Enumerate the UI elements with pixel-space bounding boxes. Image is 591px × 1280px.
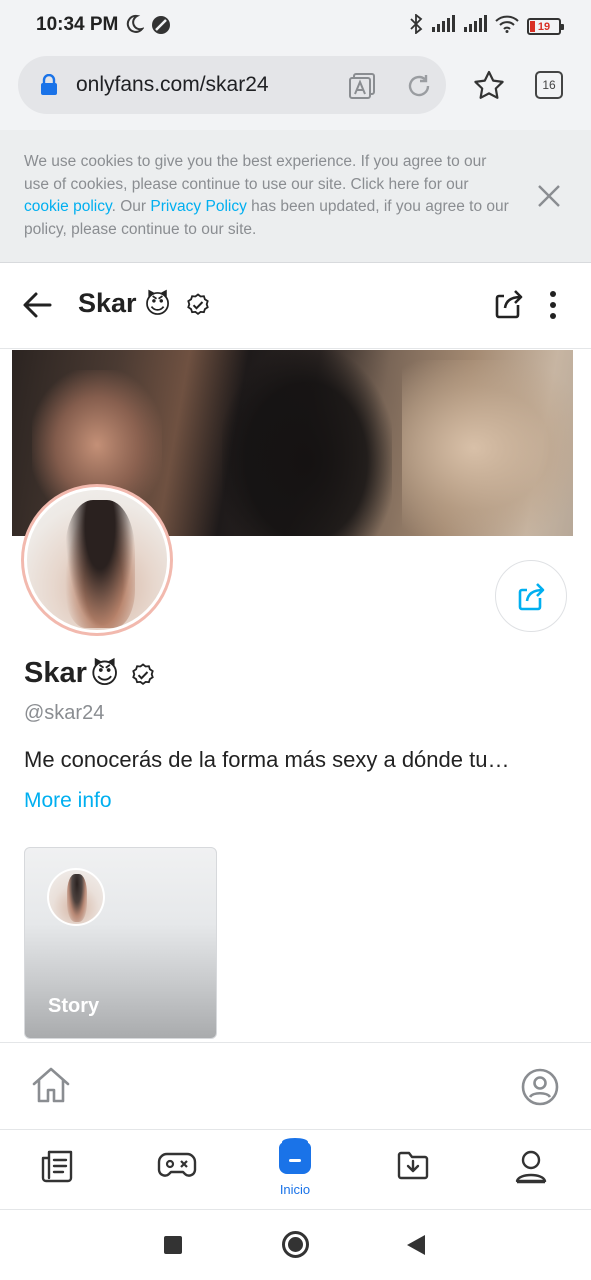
recents-button[interactable] [164, 1236, 182, 1254]
verified-icon [131, 663, 155, 692]
profile-header: Skar 😈 [0, 263, 591, 349]
profile-name: Skar [24, 657, 87, 689]
status-icons: 19 [409, 13, 564, 39]
tabs-count-button[interactable]: 16 [535, 71, 563, 99]
profile-share-button[interactable] [495, 560, 567, 632]
dnd-icon [151, 15, 171, 40]
site-bottom-nav [0, 1042, 591, 1130]
cookie-text-part: . Our [111, 198, 151, 216]
profile-icon[interactable] [520, 1067, 560, 1112]
browser-toolbar: onlyfans.com/skar24 16 [0, 50, 591, 130]
avatar[interactable] [21, 484, 173, 636]
more-options-icon[interactable] [548, 290, 558, 325]
system-nav-bar [0, 1210, 591, 1280]
inicio-icon [279, 1138, 311, 1174]
username: @skar24 [24, 702, 105, 724]
avatar-figure [65, 500, 135, 628]
story-label: Story [48, 995, 100, 1017]
downloads-icon[interactable] [396, 1148, 430, 1187]
signal-icon [463, 15, 487, 38]
more-info-link[interactable]: More info [24, 789, 112, 813]
news-icon[interactable] [40, 1148, 76, 1189]
close-icon[interactable] [536, 183, 562, 214]
cover-photo-shade [402, 360, 573, 536]
cookie-text: We use cookies to give you the best expe… [24, 151, 514, 241]
home-icon[interactable] [30, 1065, 72, 1110]
battery-level: 19 [537, 20, 551, 33]
url-text[interactable]: onlyfans.com/skar24 [76, 73, 269, 97]
account-icon[interactable] [514, 1148, 548, 1189]
inicio-label: Inicio [279, 1182, 311, 1197]
browser-bottom-nav: Inicio [0, 1130, 591, 1210]
wifi-icon [495, 15, 519, 38]
bio-text: Me conocerás de la forma más sexy a dónd… [24, 747, 510, 772]
cookie-policy-link[interactable]: cookie policy [24, 198, 112, 215]
battery-icon: 19 [527, 18, 564, 35]
status-time: 10:34 PM [36, 14, 119, 35]
back-arrow-icon[interactable] [22, 291, 52, 324]
cookie-banner: We use cookies to give you the best expe… [0, 130, 591, 263]
status-bar: 10:34 PM 19 [0, 0, 591, 50]
devil-emoji: 😈 [144, 289, 172, 319]
verified-icon [186, 293, 210, 322]
reload-icon[interactable] [405, 72, 433, 105]
signal-icon [431, 15, 455, 38]
back-button[interactable] [407, 1235, 425, 1255]
star-icon[interactable] [473, 70, 505, 105]
lock-icon[interactable] [40, 73, 58, 101]
moon-icon [124, 14, 145, 39]
cookie-text-part: We use cookies to give you the best expe… [24, 153, 487, 193]
tab-inicio[interactable]: Inicio [262, 1138, 328, 1197]
privacy-policy-link[interactable]: Privacy Policy [150, 198, 246, 215]
story-avatar [47, 868, 105, 926]
home-button[interactable] [282, 1231, 309, 1258]
translate-icon[interactable] [348, 72, 376, 105]
games-icon[interactable] [157, 1148, 197, 1187]
share-icon [518, 583, 545, 611]
story-card[interactable]: Story [24, 847, 217, 1039]
bluetooth-icon [409, 13, 423, 39]
story-avatar-photo [49, 870, 103, 924]
address-bar[interactable]: onlyfans.com/skar24 [18, 56, 446, 114]
cover-photo-shade [222, 350, 392, 536]
avatar-photo [24, 487, 170, 633]
header-title: Skar [78, 288, 137, 318]
share-icon[interactable] [494, 287, 526, 326]
devil-emoji: 😈 [90, 658, 120, 689]
